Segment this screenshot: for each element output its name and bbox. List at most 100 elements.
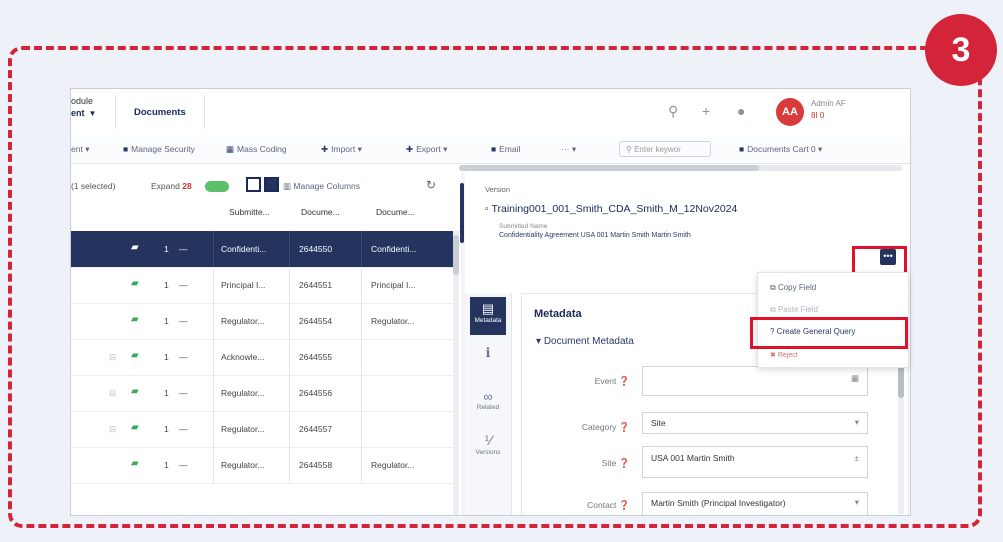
module-selector[interactable]: odule ent ▼ [71, 95, 96, 120]
field-label-site: Site ❓ [601, 458, 630, 468]
module-value: ent [71, 108, 85, 118]
horizontal-scrollbar[interactable] [459, 165, 903, 171]
checkbox-icon: ⊟ [109, 352, 117, 362]
split-view-icon[interactable] [264, 177, 279, 192]
keyword-search-input[interactable]: ⚲ Enter keywor [619, 141, 711, 157]
submitted-name-label: Submitted Name [499, 223, 548, 230]
table-row[interactable]: ▰ 1— Regulator... 2644558 Regulator... [71, 447, 459, 484]
versions-icon: ⅟ [484, 433, 492, 448]
metadata-title: Metadata [534, 308, 582, 320]
mail-icon: ■ [491, 144, 497, 154]
checkbox-icon: ⊟ [109, 388, 117, 398]
grid-scrollbar[interactable] [453, 231, 459, 515]
metadata-icon: ▤ [481, 301, 495, 316]
import-button[interactable]: ✚ Import ▾ [321, 144, 362, 155]
import-icon: ✚ [321, 144, 329, 154]
chevron-down-icon: ▼ [88, 109, 97, 118]
table-row[interactable]: ⊟ ▰ 1— Acknowle... 2644555 [71, 339, 459, 376]
help-icon: ❓ [618, 376, 630, 386]
add-icon[interactable]: + [702, 103, 710, 119]
search-icon: ⚲ [626, 145, 635, 154]
checkbox-icon: ⊟ [109, 424, 117, 434]
document-icon: ▰ [131, 314, 139, 325]
tab-documents[interactable]: Documents [115, 95, 205, 129]
help-icon: ❓ [618, 422, 630, 432]
expand-label: Expand 28 [151, 181, 192, 191]
table-row[interactable]: ⊟ ▰ 1— Regulator... 2644557 [71, 411, 459, 448]
submitted-name-value: Confidentiality Agreement USA 001 Martin… [499, 232, 691, 239]
metadata-scrollbar[interactable] [898, 354, 904, 514]
document-icon: ▰ [131, 458, 139, 469]
column-header-document-id[interactable]: Docume... [301, 207, 340, 217]
grid-header: (1 selected) Expand 28 ▥ Manage Columns … [71, 173, 451, 229]
toolbar: ent ▾ ■ Manage Security ▦ Mass Coding ✚ Imp… [71, 137, 910, 164]
version-label: Version [485, 185, 511, 194]
manage-columns-button[interactable]: ▥ Manage Columns [283, 181, 360, 192]
bell-icon[interactable]: ● [737, 103, 745, 119]
paste-icon: ⧉ [770, 305, 778, 314]
help-icon: ❓ [618, 500, 630, 510]
document-icon: ▰ [131, 386, 139, 397]
field-label-category: Category ❓ [581, 422, 630, 432]
export-icon: ✚ [406, 144, 414, 154]
module-label: odule [71, 96, 94, 106]
field-label-event: Event ❓ [594, 376, 630, 386]
reject-item[interactable]: ✖ Reject [770, 351, 798, 359]
refresh-icon[interactable]: ↻ [426, 178, 436, 192]
table-row[interactable]: ⊟ ▰ 1— Regulator... 2644556 [71, 375, 459, 412]
contact-select[interactable]: Martin Smith (Principal Investigator) ▾ [642, 492, 868, 515]
help-icon: ❓ [618, 458, 630, 468]
top-bar: odule ent ▼ Documents ⚲ + ● AA Admin AF 8… [71, 89, 910, 138]
copy-field-item[interactable]: ⧉ Copy Field [770, 283, 816, 293]
grid-icon: ▦ [226, 144, 235, 154]
site-field[interactable]: USA 001 Martin Smith ± [642, 446, 868, 478]
email-button[interactable]: ■ Email [491, 144, 520, 154]
tab-related[interactable]: ∞ Related [470, 385, 506, 423]
info-icon: ℹ [485, 345, 491, 360]
table-row[interactable]: ▰ 1— Principal I... 2644551 Principal I.… [71, 267, 459, 304]
tab-versions[interactable]: ⅟ Versions [470, 429, 506, 467]
step-number-badge: 3 [925, 14, 997, 86]
column-header-document-type[interactable]: Docume... [376, 207, 415, 217]
mass-coding-button[interactable]: ▦ Mass Coding [226, 144, 287, 155]
avatar[interactable]: AA [776, 98, 804, 126]
event-field[interactable]: ▦ [642, 366, 868, 396]
detail-side-tabs: ▤ Metadata ℹ ∞ Related ⅟ Versions [465, 293, 512, 515]
export-button[interactable]: ✚ Export ▾ [406, 144, 447, 155]
document-metadata-section[interactable]: ▾ Document Metadata [536, 336, 634, 347]
user-name[interactable]: Admin AF [811, 99, 846, 108]
reject-icon: ✖ [770, 352, 778, 359]
chevron-down-icon: ▾ [854, 497, 859, 507]
document-icon: ▰ [131, 350, 139, 361]
document-file-name: ▫ Training001_001_Smith_CDA_Smith_M_12No… [485, 203, 738, 215]
document-icon: ▰ [131, 242, 139, 253]
tab-metadata[interactable]: ▤ Metadata [470, 297, 506, 335]
table-row[interactable]: ▰ 1— Regulator... 2644554 Regulator... [71, 303, 459, 340]
list-view-icon[interactable] [246, 177, 261, 192]
manage-security-button[interactable]: ■ Manage Security [123, 144, 195, 154]
category-select[interactable]: Site ▾ [642, 412, 868, 434]
chevron-down-icon: ▾ [854, 417, 859, 427]
paste-field-item[interactable]: ⧉ Paste Field [770, 305, 818, 315]
copy-icon: ⧉ [770, 283, 778, 292]
calendar-icon: ▦ [850, 373, 859, 383]
lock-icon: ■ [123, 144, 129, 154]
create-general-query-highlight [750, 317, 908, 349]
expand-toggle[interactable] [205, 181, 229, 192]
more-button[interactable]: ··· ▾ [561, 144, 576, 155]
user-role: 8I 0 [811, 111, 825, 120]
search-icon[interactable]: ⚲ [668, 103, 678, 120]
toolbar-item-ent[interactable]: ent ▾ [71, 144, 89, 155]
document-icon: ▰ [131, 278, 139, 289]
link-icon: ∞ [483, 389, 493, 404]
table-row[interactable]: ▰ 1— Confidenti... 2644550 Confidenti... [71, 231, 459, 268]
clear-icon: ± [854, 453, 859, 463]
tab-info[interactable]: ℹ [470, 341, 506, 379]
cart-icon: ■ [739, 144, 745, 154]
column-header-submitted[interactable]: Submitte... [229, 207, 270, 217]
tab-documents-label: Documents [134, 107, 186, 118]
document-icon: ▰ [131, 422, 139, 433]
field-label-contact: Contact ❓ [587, 500, 630, 510]
selection-count: (1 selected) [71, 181, 116, 191]
documents-cart-button[interactable]: ■ Documents Cart 0 ▾ [739, 144, 822, 155]
